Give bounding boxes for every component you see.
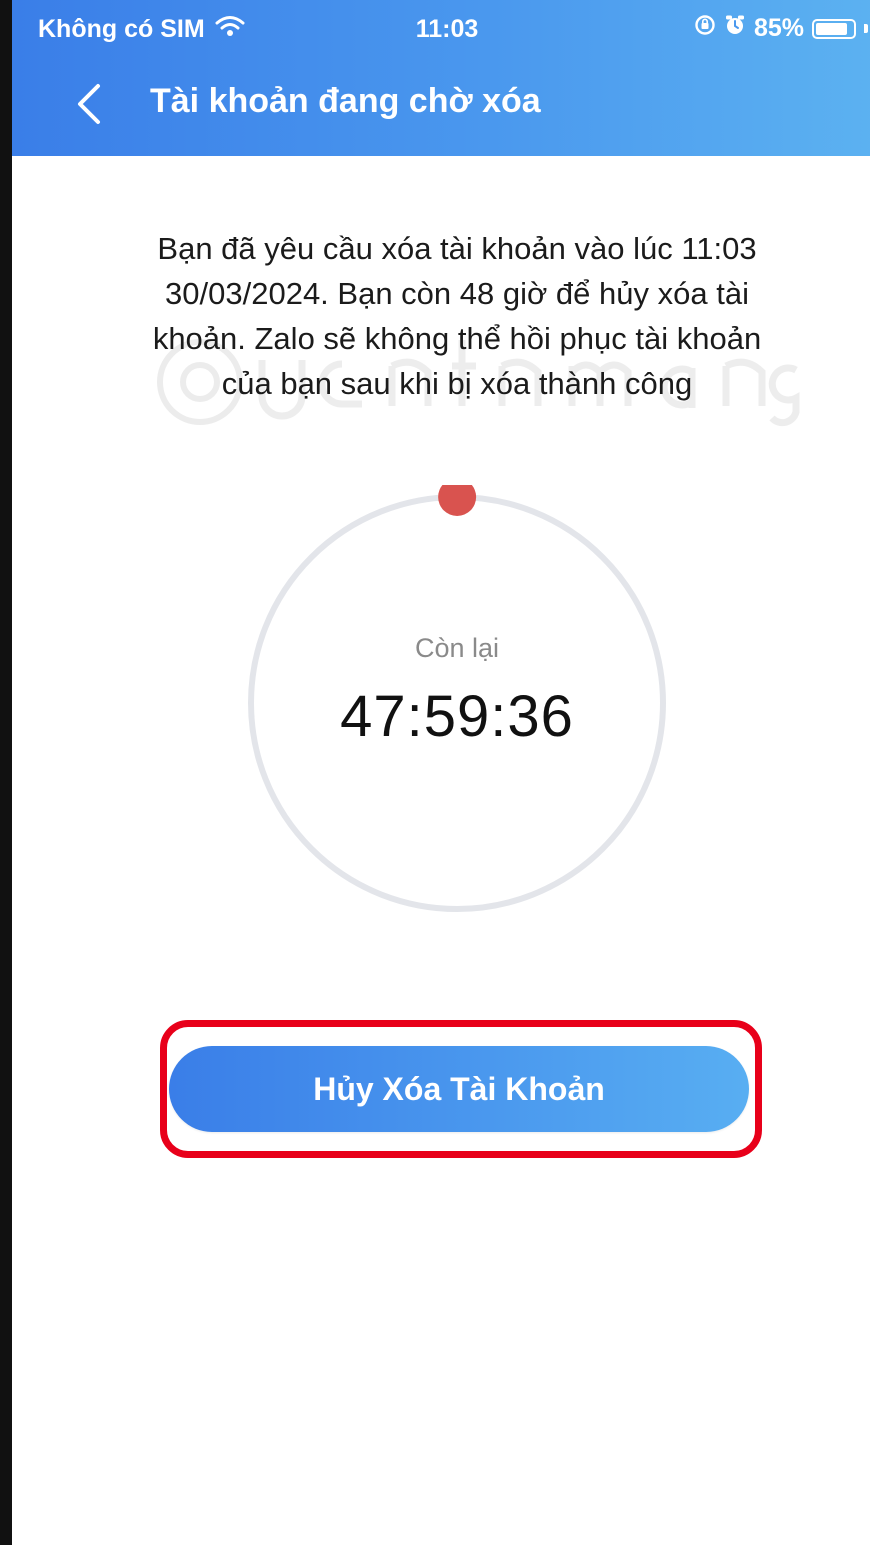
notice-line: Bạn đã yêu cầu xóa tài khoản vào lúc 11:… — [157, 231, 757, 266]
chevron-left-icon — [78, 84, 100, 124]
battery-tip — [864, 24, 868, 33]
alarm-icon — [724, 14, 746, 43]
status-bar: Không có SIM 11:03 85% — [12, 0, 870, 62]
progress-dot — [438, 485, 477, 516]
battery-percent: 85% — [753, 14, 804, 42]
cancel-deletion-button[interactable]: Hủy Xóa Tài Khoản — [169, 1046, 749, 1132]
page-title: Tài khoản đang chờ xóa — [150, 82, 541, 120]
battery-fill — [816, 22, 847, 35]
header: Không có SIM 11:03 85% Tài khoản đang ch… — [12, 0, 870, 156]
orientation-lock-icon — [694, 14, 716, 43]
notice-line: của bạn sau khi bị xóa thành công — [221, 366, 693, 401]
notice-line: 30/03/2024. Bạn còn 48 giờ để hủy xóa tà… — [165, 276, 749, 311]
deletion-notice: Bạn đã yêu cầu xóa tài khoản vào lúc 11:… — [72, 226, 842, 406]
back-button[interactable] — [64, 78, 112, 130]
countdown-label: Còn lại — [414, 633, 500, 663]
nav-bar: Tài khoản đang chờ xóa — [12, 62, 870, 156]
notice-line: khoản. Zalo sẽ không thể hồi phục tài kh… — [152, 321, 762, 356]
countdown-timer: Còn lại 47:59:36 — [239, 485, 675, 921]
battery-icon — [812, 18, 856, 39]
app-screen: Không có SIM 11:03 85% Tài khoản đang ch… — [0, 0, 870, 1545]
status-right-group: 85% — [694, 14, 868, 43]
countdown-value: 47:59:36 — [340, 684, 574, 749]
